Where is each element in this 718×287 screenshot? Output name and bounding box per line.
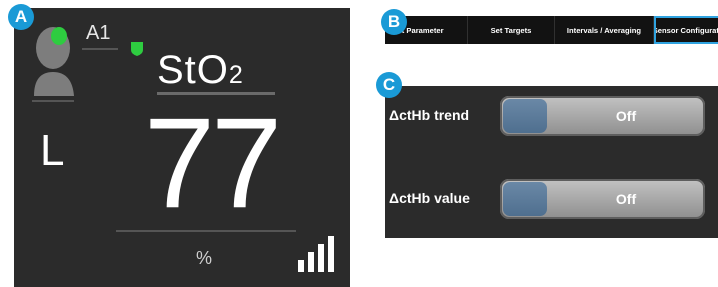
parameter-main: StO	[157, 48, 229, 92]
cthb-value-row: ΔctHb value Off	[385, 179, 718, 219]
toggle-state: Off	[615, 191, 637, 207]
parameter-tile[interactable]: A1 StO2 L 77 %	[14, 8, 350, 287]
status-shield-icon	[131, 42, 143, 61]
value-underline	[116, 230, 296, 232]
toggle-knob[interactable]	[503, 99, 547, 133]
toggle-state: Off	[615, 108, 637, 124]
patient-head-icon	[32, 22, 76, 101]
tab-sensor-configuration[interactable]: Sensor Configuration	[654, 16, 718, 44]
cthb-trend-toggle[interactable]: Off	[500, 96, 705, 136]
tab-bar: elect Parameter Set Targets Intervals / …	[385, 16, 718, 44]
cthb-trend-row: ΔctHb trend Off	[385, 96, 718, 136]
tab-set-targets[interactable]: Set Targets	[468, 16, 555, 44]
cthb-value-toggle[interactable]: Off	[500, 179, 705, 219]
parameter-name: StO2	[157, 48, 244, 93]
callout-c-badge: C	[376, 72, 402, 98]
channel-underline	[82, 48, 118, 50]
parameter-value: 77	[143, 92, 282, 235]
tab-intervals-averaging[interactable]: Intervals / Averaging	[555, 16, 654, 44]
signal-strength-icon	[298, 234, 338, 279]
unit-label: %	[196, 248, 213, 268]
cthb-settings-panel: ΔctHb trend Off ΔctHb value Off	[385, 86, 718, 238]
callout-b-badge: B	[381, 9, 407, 35]
parameter-subscript: 2	[228, 61, 244, 89]
cthb-value-label: ΔctHb value	[389, 190, 470, 206]
channel-label: A1	[86, 22, 111, 44]
cthb-trend-label: ΔctHb trend	[389, 107, 470, 123]
side-indicator: L	[40, 126, 65, 175]
callout-a-badge: A	[8, 4, 34, 30]
toggle-knob[interactable]	[503, 182, 547, 216]
icon-underline	[32, 100, 74, 102]
